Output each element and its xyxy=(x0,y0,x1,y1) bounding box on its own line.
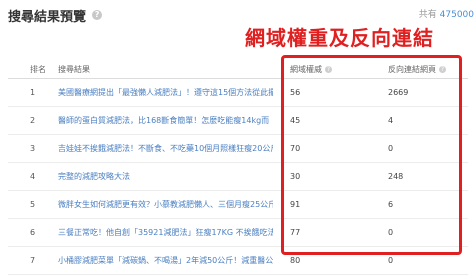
result-link[interactable]: 美國醫療網提出「最強懶人減肥法」！遵守這15個方法從此擺脫 xyxy=(58,87,273,98)
row-rank: 2 xyxy=(30,116,36,125)
table-row: 6 三餐正常吃！他自創「35921減肥法」狂瘦17KG 不挨餓吃法曝光 77 0 xyxy=(8,219,468,247)
backlinks-count: 6 xyxy=(388,200,394,209)
table-header: 排名 搜尋結果 網域權威? 反向連結網頁? xyxy=(8,60,468,79)
row-rank: 1 xyxy=(30,88,36,97)
col-authority-header: 網域權威? xyxy=(290,64,370,75)
total-count: 共有 475000 xyxy=(419,7,474,20)
preview-header: 搜尋結果預覽 ? xyxy=(8,5,103,25)
help-icon[interactable]: ? xyxy=(325,65,332,73)
annotation-banner: 網域權重及反向連結 xyxy=(245,26,434,50)
table-row: 1 美國醫療網提出「最強懶人減肥法」！遵守這15個方法從此擺脫 56 2669 xyxy=(8,79,468,107)
row-rank: 6 xyxy=(30,228,36,237)
table-row: 2 醫師的蛋白質減肥法，比168斷食簡單！怎麼吃能瘦14kg而 45 4 xyxy=(8,107,468,135)
col-backlinks-header: 反向連結網頁? xyxy=(388,64,468,75)
domain-authority: 77 xyxy=(290,228,301,237)
backlinks-count: 248 xyxy=(388,172,404,181)
result-link[interactable]: 小桶膠減肥菜單「減碳鍋、不喝湯」2年減50公斤！減重醫公開 xyxy=(58,255,273,266)
domain-authority: 45 xyxy=(290,116,301,125)
total-label: 共有 xyxy=(418,10,437,20)
table-row: 4 完整的減肥攻略大法 30 248 xyxy=(8,163,468,191)
page-title: 搜尋結果預覽 xyxy=(8,9,87,25)
domain-authority: 70 xyxy=(290,144,301,153)
backlinks-count: 0 xyxy=(388,228,394,237)
table-row: 3 吉娃娃不挨餓減肥法！不斷食、不吃藥10個月照樣狂瘦20公斤 70 0 xyxy=(8,135,468,163)
table-row: 7 小桶膠減肥菜單「減碳鍋、不喝湯」2年減50公斤！減重醫公開 80 0 xyxy=(8,247,468,275)
domain-authority: 30 xyxy=(290,172,301,181)
total-value: 475000 xyxy=(439,10,474,20)
row-rank: 4 xyxy=(30,172,36,181)
help-icon[interactable]: ? xyxy=(439,65,446,73)
col-backlinks-label: 反向連結網頁 xyxy=(388,64,436,74)
backlinks-count: 0 xyxy=(388,256,394,265)
row-rank: 3 xyxy=(30,144,36,153)
table-row: 5 微胖女生如何減肥更有效？小慕教減肥懶人、三個月瘦25公斤食譜 91 6 xyxy=(8,191,468,219)
domain-authority: 91 xyxy=(290,200,301,209)
col-result-header: 搜尋結果 xyxy=(58,64,90,74)
result-link[interactable]: 吉娃娃不挨餓減肥法！不斷食、不吃藥10個月照樣狂瘦20公斤 xyxy=(58,143,273,154)
col-rank-header: 排名 xyxy=(30,64,46,74)
row-rank: 5 xyxy=(30,200,36,209)
result-link[interactable]: 完整的減肥攻略大法 xyxy=(58,171,273,182)
col-authority-label: 網域權威 xyxy=(290,64,322,74)
row-rank: 7 xyxy=(30,256,36,265)
domain-authority: 56 xyxy=(290,88,301,97)
backlinks-count: 2669 xyxy=(388,88,409,97)
result-link[interactable]: 三餐正常吃！他自創「35921減肥法」狂瘦17KG 不挨餓吃法曝光 xyxy=(58,227,273,238)
domain-authority: 80 xyxy=(290,256,301,265)
result-link[interactable]: 醫師的蛋白質減肥法，比168斷食簡單！怎麼吃能瘦14kg而 xyxy=(58,115,273,126)
result-link[interactable]: 微胖女生如何減肥更有效？小慕教減肥懶人、三個月瘦25公斤食譜 xyxy=(58,199,273,210)
help-icon[interactable]: ? xyxy=(92,10,103,20)
backlinks-count: 4 xyxy=(388,116,394,125)
backlinks-count: 0 xyxy=(388,144,394,153)
